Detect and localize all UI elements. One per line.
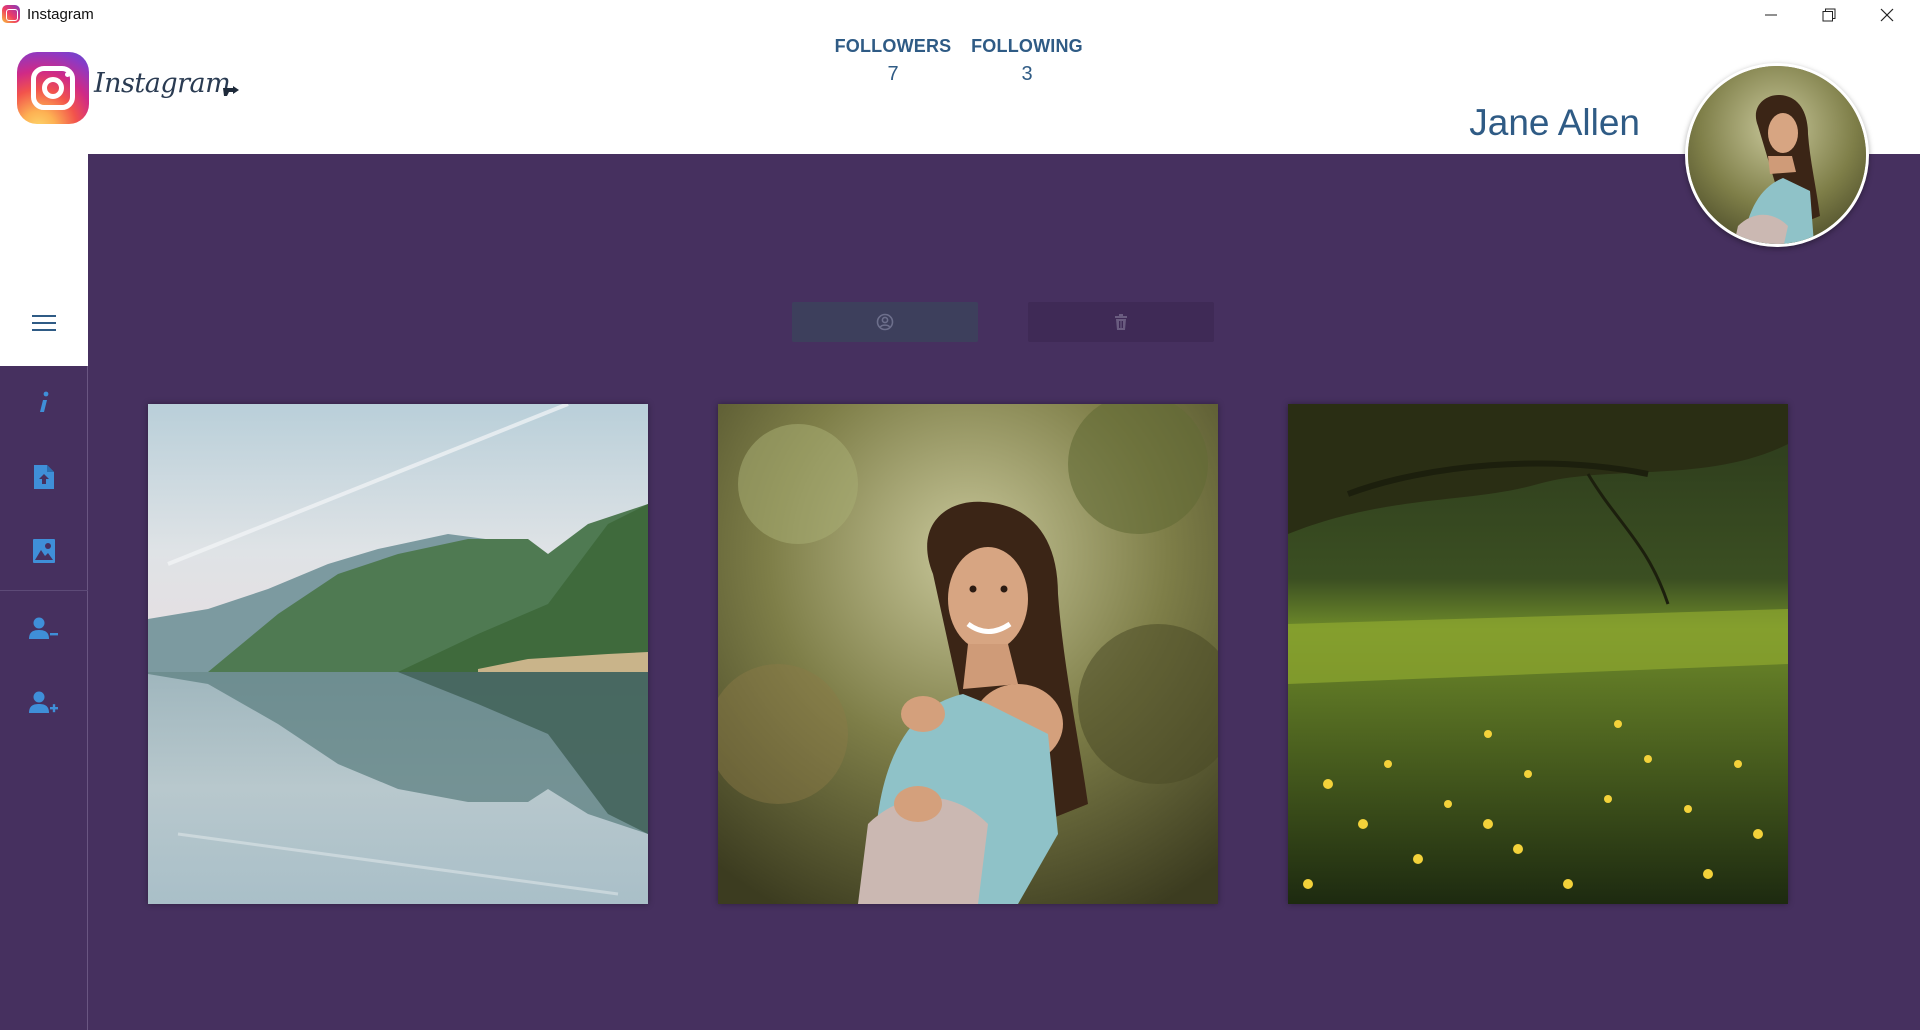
followers-label: FOLLOWERS (834, 36, 952, 56)
profile-button[interactable] (792, 302, 978, 342)
followers-count: 7 (887, 63, 899, 85)
sidebar-item-follow[interactable] (0, 666, 88, 740)
restore-icon (1822, 8, 1836, 22)
sidebar-item-unfollow[interactable] (0, 592, 88, 666)
window-title: Instagram (27, 6, 94, 23)
sidebar-divider (0, 590, 88, 591)
image-gallery-icon (33, 539, 55, 563)
user-remove-icon (29, 617, 58, 639)
minimize-button[interactable] (1742, 0, 1800, 30)
profile-avatar[interactable] (1685, 63, 1869, 247)
hamburger-menu-icon (32, 315, 56, 331)
following-count: 3 (1021, 63, 1033, 85)
user-add-icon (29, 691, 58, 713)
followers-stat[interactable]: FOLLOWERS 7 (834, 36, 952, 86)
sidebar-item-info[interactable] (0, 366, 88, 440)
instagram-icon (2, 5, 20, 23)
portrait-woman-image (718, 404, 1218, 904)
following-label: FOLLOWING (971, 36, 1083, 56)
following-stat[interactable]: FOLLOWING 3 (966, 36, 1088, 86)
avatar-image (1688, 66, 1866, 244)
trash-icon (1115, 314, 1127, 330)
user-circle-icon (876, 313, 894, 331)
profile-header: Instagram FOLLOWERS 7 FOLLOWING 3 Jane A… (0, 30, 1920, 154)
title-bar: Instagram (0, 0, 1920, 30)
photo-lake-mountains[interactable] (148, 404, 648, 904)
sidebar-nav (0, 366, 88, 1030)
delete-button[interactable] (1028, 302, 1214, 342)
photo-meadow-dandelions[interactable] (1288, 404, 1788, 904)
upload-file-icon (34, 465, 54, 489)
info-icon (40, 391, 49, 412)
photo-portrait-woman[interactable] (718, 404, 1218, 904)
hand-pointer-icon[interactable] (222, 82, 242, 98)
instagram-logo-icon[interactable] (17, 52, 89, 124)
close-icon (1880, 8, 1894, 22)
meadow-dandelions-image (1288, 404, 1788, 904)
sidebar-item-upload[interactable] (0, 440, 88, 514)
minimize-icon (1765, 14, 1777, 16)
sidebar-item-gallery[interactable] (0, 514, 88, 588)
restore-button[interactable] (1800, 0, 1858, 30)
close-button[interactable] (1858, 0, 1916, 30)
profile-username: Jane Allen (1469, 102, 1640, 143)
lake-mountains-image (148, 404, 648, 904)
hamburger-menu-button[interactable] (0, 280, 88, 366)
instagram-wordmark: Instagram (94, 68, 231, 99)
app-window: Instagram Instagram FOLLOWERS 7 FOLLOWIN… (0, 0, 1920, 1030)
